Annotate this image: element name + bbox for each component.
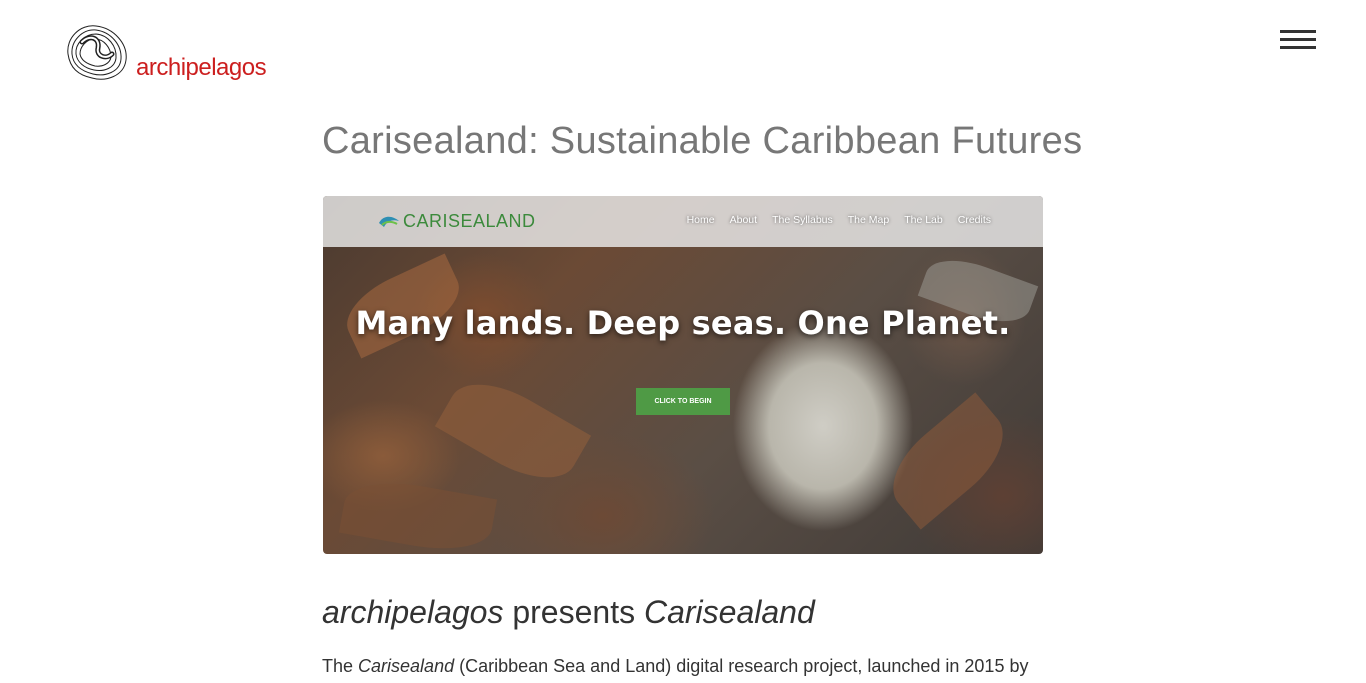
- hero-nav-about[interactable]: About: [730, 214, 757, 226]
- leaf-decoration: [875, 392, 1021, 530]
- leaf-decoration: [338, 473, 498, 554]
- heading-project: Carisealand: [643, 594, 815, 630]
- logo-text: archipelagos: [136, 54, 267, 81]
- hamburger-icon: [1280, 38, 1316, 41]
- hamburger-icon: [1280, 46, 1316, 49]
- hamburger-menu-button[interactable]: [1280, 30, 1316, 52]
- leaf-decoration: [434, 365, 592, 497]
- hero-nav-links: Home About The Syllabus The Map The Lab …: [672, 214, 991, 226]
- archipelagos-logo-icon: [67, 25, 127, 80]
- paragraph-text: (Caribbean Sea and Land) digital researc…: [454, 656, 1029, 676]
- hamburger-icon: [1280, 30, 1316, 33]
- hero-navbar: CARISEALAND Home About The Syllabus The …: [323, 196, 1043, 247]
- hero-nav-lab[interactable]: The Lab: [904, 214, 943, 226]
- hero-logo-text: CARISEALAND: [403, 211, 536, 231]
- intro-paragraph: The Carisealand (Caribbean Sea and Land)…: [322, 652, 1042, 680]
- hero-logo[interactable]: CARISEALAND: [378, 211, 536, 232]
- heading-connector: presents: [503, 594, 644, 630]
- hero-screenshot-image[interactable]: CARISEALAND Home About The Syllabus The …: [323, 196, 1043, 554]
- section-heading: archipelagos presents Carisealand: [322, 594, 815, 631]
- hero-nav-map[interactable]: The Map: [848, 214, 889, 226]
- wave-icon: [379, 216, 399, 227]
- hero-nav-home[interactable]: Home: [687, 214, 715, 226]
- paragraph-text: The: [322, 656, 359, 676]
- hero-nav-syllabus[interactable]: The Syllabus: [772, 214, 833, 226]
- page-title: Carisealand: Sustainable Caribbean Futur…: [322, 120, 1083, 162]
- hero-nav-credits[interactable]: Credits: [958, 214, 991, 226]
- paragraph-project-name: Carisealand: [358, 656, 455, 676]
- heading-brand: archipelagos: [322, 594, 504, 630]
- site-logo[interactable]: archipelagos: [60, 20, 267, 84]
- hero-headline: Many lands. Deep seas. One Planet.: [355, 304, 1011, 342]
- click-to-begin-button[interactable]: CLICK TO BEGIN: [636, 388, 730, 415]
